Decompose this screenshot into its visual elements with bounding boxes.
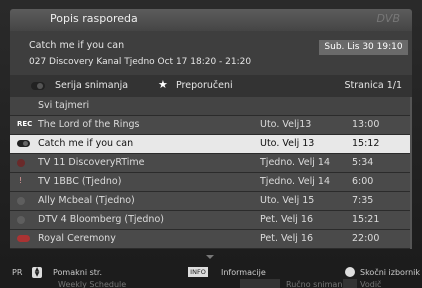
row-name: DTV 4 Bloomberg (Tjedno) [38,214,164,225]
row-day: Uto. Velj 13 [260,138,315,149]
row-time: 6:00 [352,176,374,187]
row-day: Tjedno. Velj 14 [260,176,331,187]
info-key-button[interactable]: INFO [188,267,208,277]
toggle-icon [17,235,30,242]
record-dot-icon [17,159,25,167]
channel-line: 027 Discovery Kanal Tjedno Oct 17 18:20 … [29,57,252,67]
list-header-row: Svi tajmeri [10,97,410,115]
page-indicator: Stranica 1/1 [344,80,403,91]
row-time: 13:00 [352,119,380,130]
table-row[interactable]: DTV 4 Bloomberg (Tjedno) Pet. Velj 16 15… [10,211,410,229]
footer-legend: PR ▲ ▼ Pomakni str. INFO Informacije Skoč… [0,266,422,288]
toggle-icon [17,140,30,147]
page-move-label: Pomakni str. [53,268,102,277]
jump-menu-label: Skočni izbornik [360,268,421,277]
row-time: 15:12 [352,138,380,149]
row-time: 22:00 [352,233,380,244]
chevron-down-icon [206,255,214,259]
list-header: Svi tajmeri [38,100,90,111]
scrollbar[interactable] [410,97,412,249]
circle-icon [17,216,25,224]
up-down-key-icon: ▲ ▼ [32,267,42,278]
row-time: 5:34 [352,157,374,168]
row-name: Catch me if you can [38,138,134,149]
star-icon: ★ [158,78,168,91]
dvb-logo: DVB [376,12,400,25]
information-label: Informacije [221,268,266,277]
row-day: Tjedno. Velj 14 [260,157,331,168]
manual-record-label: Ručno snimanje [286,280,350,288]
tab-series-recording[interactable]: Serija snimanja [55,80,128,91]
schedule-screen: Popis rasporeda DVB Catch me if you can … [0,0,422,288]
table-row[interactable]: Ally Mcbeal (Tjedno) Uto. Velj 15 7:35 [10,192,410,210]
row-day: Uto. Velj13 [260,119,312,130]
current-datetime: Sub. Lis 30 19:10 [319,40,408,55]
row-name: The Lord of the Rings [38,119,140,130]
manual-record-key[interactable] [240,279,280,288]
warning-icon: ! [19,176,23,185]
timer-list: Svi tajmeri REC The Lord of the Rings Ut… [10,97,412,249]
row-day: Uto. Velj 15 [260,195,315,206]
table-row[interactable]: REC The Lord of the Rings Uto. Velj13 13… [10,116,410,134]
row-day: Pet. Velj 16 [260,233,313,244]
table-row-selected[interactable]: Catch me if you can Uto. Velj 13 15:12 [10,135,410,153]
weekly-schedule-label: Weekly Schedule [58,280,127,288]
program-info: Catch me if you can 027 Discovery Kanal … [10,31,412,75]
table-row[interactable]: ! TV 1BBC (Tjedno) Tjedno. Velj 14 6:00 [10,173,410,191]
series-record-icon [31,82,45,90]
row-name: Ally Mcbeal (Tjedno) [38,195,135,206]
tab-recommended[interactable]: Preporučeni [176,80,233,91]
table-row[interactable]: Royal Ceremony Pet. Velj 16 22:00 [10,230,410,248]
circle-icon [17,197,25,205]
row-name: TV 1BBC (Tjedno) [38,176,122,187]
page-title: Popis rasporeda [50,12,138,25]
row-time: 7:35 [352,195,374,206]
yellow-key-icon[interactable] [345,267,355,277]
guide-label: Vodič [360,280,382,288]
row-day: Pet. Velj 16 [260,214,313,225]
program-name: Catch me if you can [29,40,125,51]
rec-icon: REC [17,120,33,128]
pr-label: PR [12,268,23,277]
title-bar: Popis rasporeda DVB [10,9,412,31]
table-row[interactable]: TV 11 DiscoveryRTime Tjedno. Velj 14 5:3… [10,154,410,172]
row-time: 15:21 [352,214,380,225]
tab-bar: Serija snimanja ★ Preporučeni Stranica 1… [10,75,412,98]
row-name: Royal Ceremony [38,233,116,244]
row-name: TV 11 DiscoveryRTime [38,157,145,168]
guide-key[interactable] [343,279,357,288]
